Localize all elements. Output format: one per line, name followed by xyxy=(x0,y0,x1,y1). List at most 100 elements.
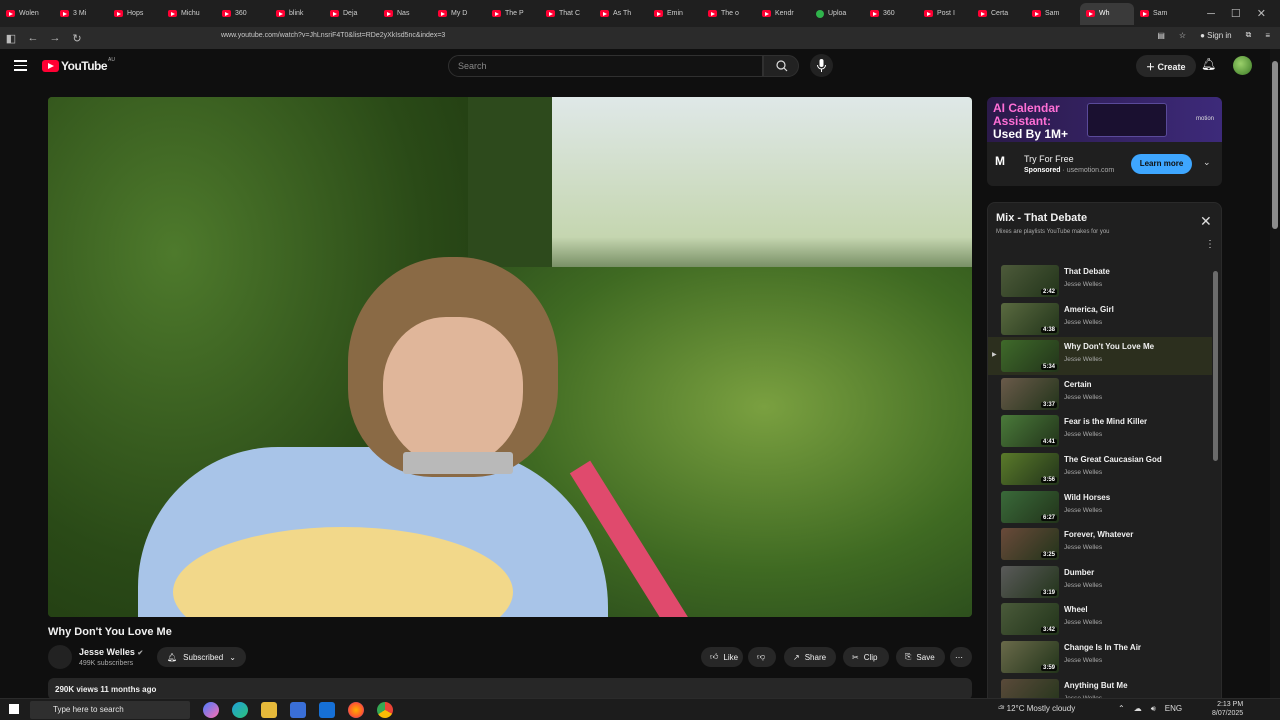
browser-tab[interactable]: Sam xyxy=(1134,3,1188,25)
share-button[interactable]: ↗ Share xyxy=(784,647,836,667)
browser-tab[interactable]: Sam xyxy=(1026,3,1080,25)
playlist-item-thumbnail[interactable]: 3:19 xyxy=(1001,565,1059,598)
ad-banner[interactable]: AI Calendar Assistant: Used By 1M+ motio… xyxy=(987,97,1222,142)
playlist-title[interactable]: Mix - That Debate xyxy=(996,212,1087,224)
close-window-icon[interactable]: ✕ xyxy=(1257,7,1266,20)
browser-tab[interactable]: The o xyxy=(702,3,756,25)
description-box[interactable]: 290K views 11 months ago xyxy=(48,678,972,700)
tray-chevron-icon[interactable]: ⌃ xyxy=(1118,704,1125,714)
back-icon[interactable]: ← xyxy=(22,32,44,44)
browser-tab[interactable]: Deja xyxy=(324,3,378,25)
reader-icon[interactable]: ▤ xyxy=(1157,31,1165,40)
file-explorer-icon[interactable] xyxy=(261,702,277,718)
playlist-scrollbar-thumb[interactable] xyxy=(1213,271,1218,461)
notifications-bell-icon[interactable]: 🔔︎ xyxy=(1201,57,1216,71)
taskbar-search-input[interactable]: Type here to search xyxy=(30,701,190,719)
close-playlist-icon[interactable]: ✕ xyxy=(1200,213,1212,230)
maximize-icon[interactable]: ☐ xyxy=(1231,7,1241,20)
forward-icon[interactable]: → xyxy=(44,32,66,44)
language-indicator[interactable]: ENG xyxy=(1165,704,1182,714)
edge-icon[interactable] xyxy=(232,702,248,718)
playlist-item[interactable]: 3:59 Change Is In The Air Jesse Welles xyxy=(988,638,1212,676)
browser-tab[interactable]: 360 xyxy=(216,3,270,25)
playlist-item[interactable]: 4:41 Fear is the Mind Killer Jesse Welles xyxy=(988,412,1212,450)
clock[interactable]: 2:13 PM 8/07/2025 xyxy=(1212,700,1243,718)
browser-tab[interactable]: 3 Mi xyxy=(54,3,108,25)
menu-icon[interactable]: ≡ xyxy=(1265,31,1270,40)
playlist-item-thumbnail[interactable]: 2:42 xyxy=(1001,265,1059,297)
browser-tab[interactable]: Uploa xyxy=(810,3,864,25)
sidebar-toggle-icon[interactable]: ◧ xyxy=(0,32,22,45)
search-input[interactable]: Search xyxy=(448,55,763,77)
chevron-down-icon[interactable]: ⌄ xyxy=(1203,157,1211,168)
create-button[interactable]: ＋ Create xyxy=(1136,55,1196,77)
search-button[interactable] xyxy=(763,55,799,77)
more-actions-button[interactable]: ⋯ xyxy=(950,647,972,667)
minimize-icon[interactable]: ─ xyxy=(1207,8,1215,20)
sponsored-ad[interactable]: AI Calendar Assistant: Used By 1M+ motio… xyxy=(987,97,1222,186)
windows-start-icon[interactable] xyxy=(9,704,19,714)
page-scrollbar-thumb[interactable] xyxy=(1272,61,1278,229)
copilot-icon[interactable] xyxy=(203,702,219,718)
reload-icon[interactable]: ↻ xyxy=(66,32,88,45)
page-scrollbar[interactable] xyxy=(1270,49,1280,699)
browser-tab[interactable]: Hops xyxy=(108,3,162,25)
browser-tab[interactable]: Wh xyxy=(1080,2,1134,25)
playlist-item-thumbnail[interactable]: 3:59 xyxy=(1001,640,1059,673)
browser-tab[interactable]: The P xyxy=(486,3,540,25)
channel-avatar[interactable] xyxy=(48,645,72,669)
browser-tab[interactable]: 360 xyxy=(864,3,918,25)
extensions-icon[interactable]: ⧉ xyxy=(1246,30,1252,40)
voice-search-button[interactable] xyxy=(810,54,833,77)
playlist-item-thumbnail[interactable]: 4:41 xyxy=(1001,415,1059,448)
subscribed-button[interactable]: 🔔︎ Subscribed ⌄ xyxy=(157,647,246,667)
network-icon[interactable]: ☁ xyxy=(1134,704,1142,714)
like-button[interactable]: 👍︎ Like xyxy=(701,647,743,667)
playlist-item[interactable]: ▶ 5:34 Why Don't You Love Me Jesse Welles xyxy=(988,337,1212,375)
browser-tab[interactable]: As Th xyxy=(594,3,648,25)
browser-tab[interactable]: Kendr xyxy=(756,3,810,25)
playlist-item[interactable]: 3:56 The Great Caucasian God Jesse Welles xyxy=(988,450,1212,488)
channel-name[interactable]: Jesse Welles ✔ xyxy=(79,647,143,657)
playlist-item-thumbnail[interactable]: 3:56 xyxy=(1001,452,1059,485)
browser-tab[interactable]: Wolen xyxy=(0,3,54,25)
menu-hamburger-icon[interactable] xyxy=(14,60,27,74)
store-icon[interactable] xyxy=(290,702,306,718)
playlist-item[interactable]: 2:42 That Debate Jesse Welles xyxy=(988,262,1212,300)
browser-tab[interactable]: blink xyxy=(270,3,324,25)
browser-tab[interactable]: Nas xyxy=(378,3,432,25)
playlist-item[interactable]: 4:38 America, Girl Jesse Welles xyxy=(988,300,1212,338)
sign-in-button[interactable]: ● Sign in xyxy=(1200,31,1232,40)
playlist-item-thumbnail[interactable]: 3:42 xyxy=(1001,603,1059,636)
playlist-item-thumbnail[interactable]: 5:34 xyxy=(1001,340,1059,373)
video-player[interactable] xyxy=(48,97,972,617)
playlist-item-thumbnail[interactable]: 3:37 xyxy=(1001,377,1059,410)
user-avatar[interactable] xyxy=(1233,56,1252,75)
save-button[interactable]: ⎘ Save xyxy=(896,647,945,667)
browser-tab[interactable]: My D xyxy=(432,3,486,25)
playlist-item[interactable]: 3:37 Certain Jesse Welles xyxy=(988,375,1212,413)
playlist-item-thumbnail[interactable]: 3:25 xyxy=(1001,528,1059,561)
playlist-item[interactable]: 3:42 Wheel Jesse Welles xyxy=(988,600,1212,638)
browser-tab[interactable]: Michu xyxy=(162,3,216,25)
url-field[interactable]: www.youtube.com/watch?v=JhLnsriF4T0&list… xyxy=(221,32,445,39)
playlist-item[interactable]: 3:19 Dumber Jesse Welles xyxy=(988,563,1212,601)
playlist-scrollbar[interactable] xyxy=(1212,263,1219,711)
browser-tab[interactable]: That C xyxy=(540,3,594,25)
browser-tab[interactable]: Emin xyxy=(648,3,702,25)
clip-button[interactable]: ✂ Clip xyxy=(843,647,889,667)
outlook-icon[interactable] xyxy=(319,702,335,718)
bookmark-star-icon[interactable]: ☆ xyxy=(1179,31,1186,40)
chrome-icon[interactable] xyxy=(377,702,393,718)
browser-tab[interactable]: Post I xyxy=(918,3,972,25)
learn-more-button[interactable]: Learn more xyxy=(1131,154,1192,174)
speaker-icon[interactable]: 🔊︎ xyxy=(1151,704,1156,714)
playlist-item-thumbnail[interactable]: 6:27 xyxy=(1001,490,1059,523)
browser-tab[interactable]: Certa xyxy=(972,3,1026,25)
playlist-item[interactable]: 6:27 Wild Horses Jesse Welles xyxy=(988,488,1212,526)
playlist-item[interactable]: 3:25 Forever, Whatever Jesse Welles xyxy=(988,525,1212,563)
firefox-icon[interactable] xyxy=(348,702,364,718)
playlist-more-icon[interactable]: ⋮ xyxy=(1205,239,1215,250)
dislike-button[interactable]: 👎︎ xyxy=(748,647,776,667)
weather-widget[interactable]: ⛅︎ 12°C Mostly cloudy xyxy=(998,704,1075,714)
